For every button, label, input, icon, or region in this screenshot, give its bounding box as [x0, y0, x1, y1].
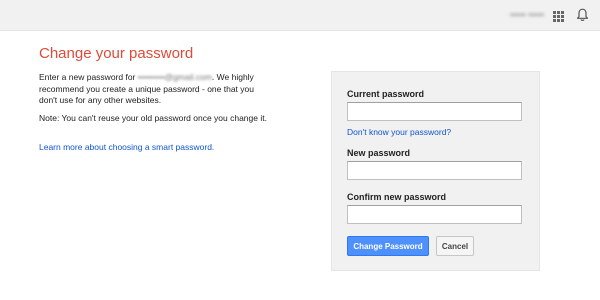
- new-password-input[interactable]: [347, 161, 522, 180]
- account-name[interactable]: ••••• •••••: [510, 10, 544, 20]
- confirm-password-label: Confirm new password: [347, 192, 447, 202]
- change-password-button[interactable]: Change Password: [347, 236, 429, 256]
- change-password-form: Current password Don't know your passwor…: [331, 71, 540, 271]
- intro-text: Enter a new password for •••••••••@gmail…: [39, 72, 271, 107]
- page-title: Change your password: [39, 45, 194, 62]
- bell-icon[interactable]: [576, 8, 589, 22]
- cancel-button[interactable]: Cancel: [436, 236, 474, 256]
- forgot-password-link[interactable]: Don't know your password?: [347, 127, 451, 137]
- reuse-note: Note: You can't reuse your old password …: [39, 113, 267, 123]
- current-password-input[interactable]: [347, 102, 522, 121]
- account-email: •••••••••@gmail.com: [137, 72, 212, 82]
- intro-text-start: Enter a new password for: [39, 72, 136, 82]
- learn-more-link[interactable]: Learn more about choosing a smart passwo…: [39, 142, 214, 152]
- current-password-label: Current password: [347, 89, 425, 99]
- top-bar: ••••• •••••: [0, 0, 600, 31]
- confirm-password-input[interactable]: [347, 205, 522, 224]
- new-password-label: New password: [347, 148, 411, 158]
- apps-grid-icon[interactable]: [553, 9, 564, 22]
